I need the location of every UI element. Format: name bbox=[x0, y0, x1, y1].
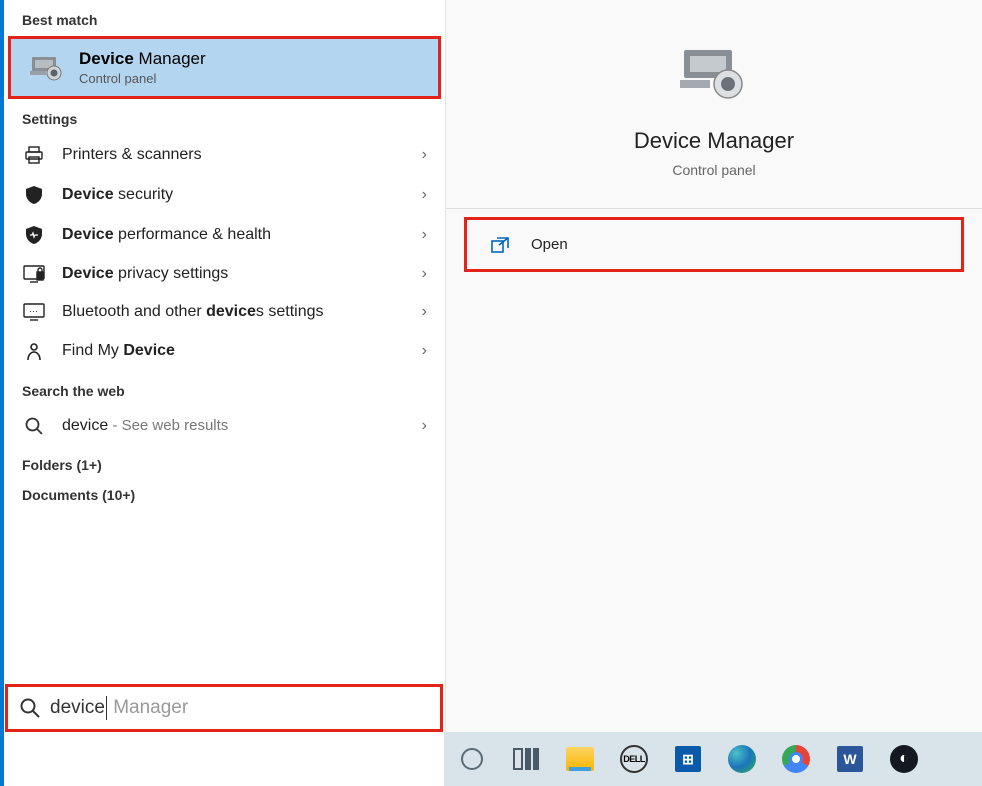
cortana-icon[interactable] bbox=[454, 741, 490, 777]
file-explorer-icon[interactable] bbox=[562, 741, 598, 777]
web-result-label: device - See web results bbox=[62, 417, 422, 435]
heart-icon bbox=[22, 225, 46, 245]
find-icon bbox=[22, 341, 46, 361]
section-documents[interactable]: Documents (10+) bbox=[4, 481, 445, 511]
word-icon[interactable]: W bbox=[832, 741, 868, 777]
section-settings: Settings bbox=[4, 99, 445, 135]
best-match-title: Device Manager bbox=[79, 49, 206, 69]
settings-item-4[interactable]: ··· Bluetooth and other devices settings› bbox=[4, 293, 445, 331]
settings-item-5[interactable]: Find My Device› bbox=[4, 331, 445, 371]
settings-item-2[interactable]: Device performance & health› bbox=[4, 215, 445, 255]
open-icon bbox=[491, 237, 511, 253]
settings-item-label: Find My Device bbox=[62, 342, 422, 360]
settings-item-label: Device privacy settings bbox=[62, 265, 422, 283]
chevron-right-icon: › bbox=[422, 226, 427, 244]
settings-item-label: Device performance & health bbox=[62, 226, 422, 244]
section-search-web: Search the web bbox=[4, 371, 445, 407]
settings-item-label: Bluetooth and other devices settings bbox=[62, 303, 422, 321]
best-match-device-manager[interactable]: Device Manager Control panel bbox=[8, 36, 441, 99]
web-result-device[interactable]: device - See web results › bbox=[4, 407, 445, 445]
settings-item-label: Printers & scanners bbox=[62, 146, 422, 164]
search-icon bbox=[22, 417, 46, 435]
chevron-right-icon: › bbox=[422, 417, 427, 435]
device-manager-icon bbox=[29, 50, 65, 86]
chevron-right-icon: › bbox=[422, 265, 427, 283]
dell-icon[interactable]: DELL bbox=[616, 741, 652, 777]
bluetooth-icon: ··· bbox=[22, 303, 46, 321]
open-action[interactable]: Open bbox=[464, 217, 964, 272]
section-best-match: Best match bbox=[4, 0, 445, 36]
settings-item-3[interactable]: Device privacy settings› bbox=[4, 255, 445, 293]
search-results-panel: Best match Device Manager Control panel … bbox=[0, 0, 445, 786]
chevron-right-icon: › bbox=[422, 146, 427, 164]
taskbar: DELL ⊞ W ◐ bbox=[444, 732, 982, 786]
task-view-icon[interactable] bbox=[508, 741, 544, 777]
best-match-subtitle: Control panel bbox=[79, 71, 206, 86]
steam-icon[interactable]: ◐ bbox=[886, 741, 922, 777]
settings-item-label: Device security bbox=[62, 186, 422, 204]
search-text: device Manager bbox=[50, 696, 188, 720]
chevron-right-icon: › bbox=[422, 303, 427, 321]
settings-item-1[interactable]: Device security› bbox=[4, 175, 445, 215]
search-icon bbox=[20, 698, 40, 718]
chevron-right-icon: › bbox=[422, 342, 427, 360]
printer-icon bbox=[22, 145, 46, 165]
preview-subtitle: Control panel bbox=[446, 162, 982, 178]
divider bbox=[446, 208, 982, 209]
chrome-icon[interactable] bbox=[778, 741, 814, 777]
edge-icon[interactable] bbox=[724, 741, 760, 777]
section-folders[interactable]: Folders (1+) bbox=[4, 445, 445, 481]
open-label: Open bbox=[531, 236, 568, 253]
device-manager-large-icon bbox=[678, 44, 750, 104]
search-input-box[interactable]: device Manager bbox=[5, 684, 443, 732]
preview-title: Device Manager bbox=[446, 128, 982, 154]
chevron-right-icon: › bbox=[422, 186, 427, 204]
svg-text:···: ··· bbox=[29, 306, 38, 316]
settings-item-0[interactable]: Printers & scanners› bbox=[4, 135, 445, 175]
app-tile-icon[interactable]: ⊞ bbox=[670, 741, 706, 777]
preview-panel: Device Manager Control panel Open bbox=[445, 0, 982, 732]
privacy-icon bbox=[22, 265, 46, 283]
shield-icon bbox=[22, 185, 46, 205]
